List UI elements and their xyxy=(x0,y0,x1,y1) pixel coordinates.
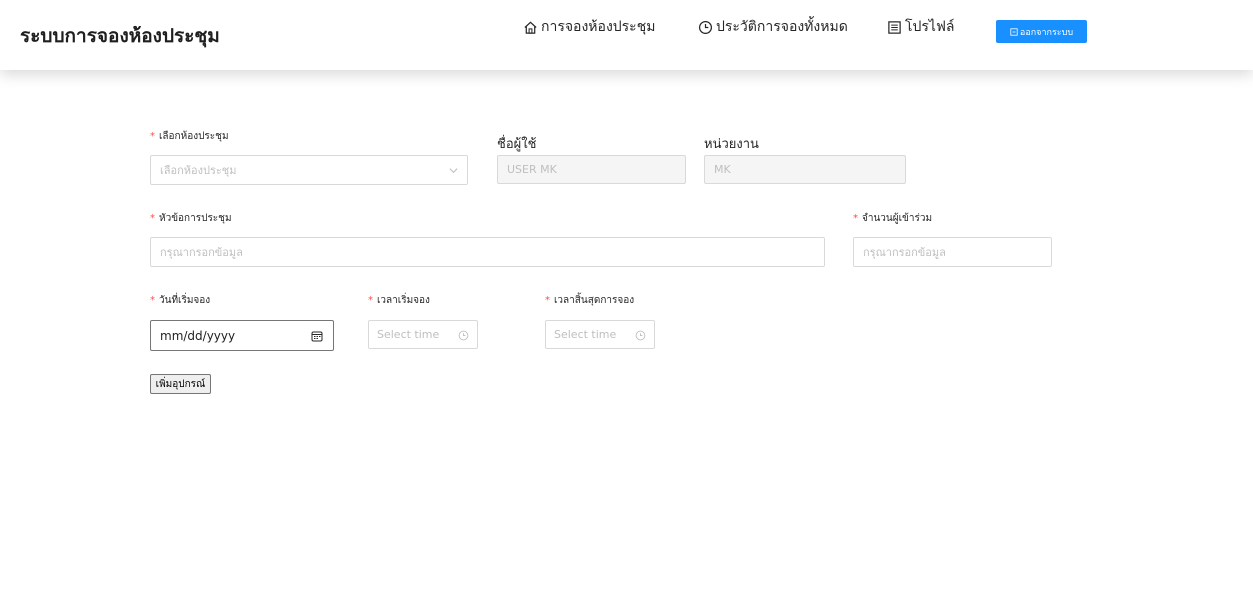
department-value: MK xyxy=(714,163,731,176)
start-time-placeholder: Select time xyxy=(377,328,440,341)
attendees-label: * จำนวนผู้เข้าร่วม xyxy=(853,213,933,224)
nav-history[interactable]: ประวัติการจองทั้งหมด xyxy=(698,16,848,38)
start-date-placeholder: mm/dd/yyyy xyxy=(160,328,236,343)
room-select[interactable]: เลือกห้องประชุม xyxy=(150,155,468,185)
add-equipment-button[interactable]: เพิ่มอุปกรณ์ xyxy=(150,374,211,394)
start-date-label: * วันที่เริ่มจอง xyxy=(150,295,211,306)
document-icon xyxy=(888,20,901,34)
start-time-label: * เวลาเริ่มจอง xyxy=(368,295,430,306)
topic-label: * หัวข้อการประชุม xyxy=(150,213,232,224)
required-marker: * xyxy=(150,213,155,224)
clock-icon xyxy=(458,330,469,341)
room-select-placeholder: เลือกห้องประชุม xyxy=(160,164,237,177)
attendees-input[interactable] xyxy=(863,245,1051,259)
nav-profile-label: โปรไฟล์ xyxy=(905,19,955,35)
clock-icon xyxy=(698,20,713,34)
end-time-label: * เวลาสิ้นสุดการจอง xyxy=(545,295,635,306)
nav-profile[interactable]: โปรไฟล์ xyxy=(887,16,954,38)
end-time-picker[interactable]: Select time xyxy=(545,320,655,349)
home-icon xyxy=(524,21,537,34)
required-marker: * xyxy=(150,295,155,306)
logout-icon xyxy=(1010,27,1018,36)
required-marker: * xyxy=(368,295,373,306)
app-title: ระบบการจองห้องประชุม xyxy=(20,25,220,47)
department-label: หน่วยงาน xyxy=(704,137,759,152)
username-value: USER MK xyxy=(507,163,557,176)
nav-history-label: ประวัติการจองทั้งหมด xyxy=(716,19,848,35)
nav-booking-label: การจองห้องประชุม xyxy=(541,19,656,35)
start-time-picker[interactable]: Select time xyxy=(368,320,478,349)
username-field: USER MK xyxy=(497,155,686,184)
room-label: * เลือกห้องประชุม xyxy=(150,131,229,142)
clock-icon xyxy=(635,330,646,341)
end-time-placeholder: Select time xyxy=(554,328,617,341)
nav-booking[interactable]: การจองห้องประชุม xyxy=(523,16,655,38)
username-label: ชื่อผู้ใช้ xyxy=(497,137,537,152)
chevron-down-icon xyxy=(449,168,458,174)
topic-field[interactable] xyxy=(150,237,825,267)
attendees-field[interactable] xyxy=(853,237,1052,267)
start-date-input[interactable]: mm/dd/yyyy xyxy=(150,320,334,351)
required-marker: * xyxy=(853,213,858,224)
logout-label: ออกจากระบบ xyxy=(1019,27,1074,38)
required-marker: * xyxy=(545,295,550,306)
required-marker: * xyxy=(150,131,155,142)
logout-button[interactable]: ออกจากระบบ xyxy=(996,20,1087,43)
topic-input[interactable] xyxy=(160,245,824,259)
department-field: MK xyxy=(704,155,906,184)
app-header: ระบบการจองห้องประชุม การจองห้องประชุม ปร… xyxy=(0,0,1253,70)
calendar-icon[interactable] xyxy=(311,330,323,342)
